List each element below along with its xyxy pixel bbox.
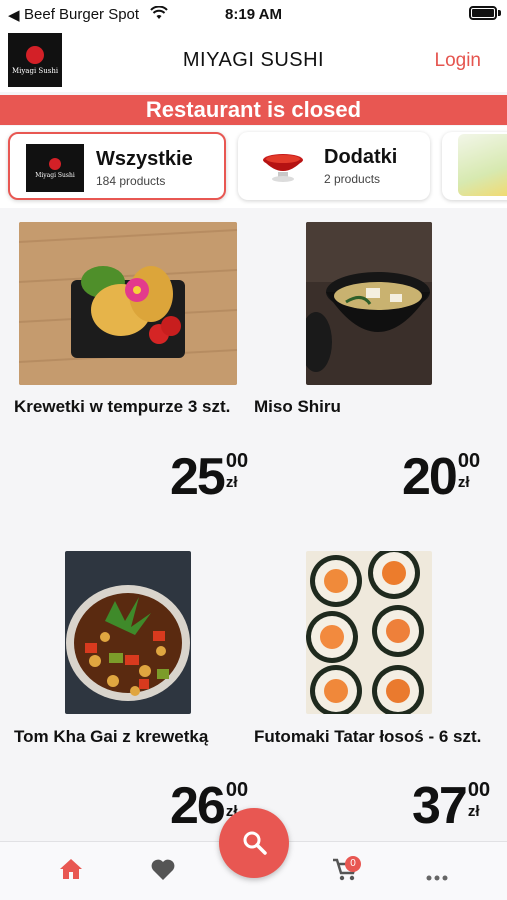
price-side: 00 zł xyxy=(468,780,490,820)
battery-tip xyxy=(498,10,501,16)
search-icon xyxy=(242,830,268,861)
category-strip[interactable]: Miyagi Sushi Wszystkie 184 products Doda… xyxy=(0,126,507,208)
status-bar: ◀ Beef Burger Spot 8:19 AM xyxy=(0,0,507,28)
heart-icon[interactable] xyxy=(150,859,176,886)
cart-badge: 0 xyxy=(345,856,361,872)
price-cents: 00 xyxy=(225,779,249,801)
more-icon[interactable] xyxy=(426,868,448,886)
drink-image xyxy=(458,134,507,196)
product-image-curry[interactable] xyxy=(65,551,191,714)
app-header: Miyagi Sushi MIYAGI SUSHI Login xyxy=(0,28,507,92)
price-main: 37 xyxy=(412,777,468,835)
category-count: 2 products xyxy=(324,172,381,186)
login-button[interactable]: Login xyxy=(435,50,482,72)
category-card-drinks[interactable] xyxy=(442,132,507,200)
price-side: 00 zł xyxy=(458,451,480,491)
price-currency: zł xyxy=(457,474,470,491)
product-price: 37 00 zł xyxy=(412,780,490,832)
logo-text: Miyagi Sushi xyxy=(35,171,75,179)
closed-banner: Restaurant is closed xyxy=(0,95,507,125)
search-button[interactable] xyxy=(219,808,289,878)
home-icon[interactable] xyxy=(59,858,83,885)
product-price: 25 00 zł xyxy=(170,451,248,503)
category-card-wszystkie[interactable]: Miyagi Sushi Wszystkie 184 products xyxy=(8,132,226,200)
price-currency: zł xyxy=(225,474,238,491)
price-cents: 00 xyxy=(457,450,481,472)
logo-mark-icon xyxy=(49,157,61,170)
category-card-dodatki[interactable]: Dodatki 2 products xyxy=(238,132,430,200)
product-name[interactable]: Miso Shiru xyxy=(254,396,492,418)
page-title: MIYAGI SUSHI xyxy=(182,49,325,71)
price-side: 00 zł xyxy=(226,451,248,491)
price-currency: zł xyxy=(467,803,480,820)
price-main: 26 xyxy=(170,777,226,835)
price-main: 25 xyxy=(170,448,226,506)
category-name: Wszystkie xyxy=(96,148,193,170)
product-name[interactable]: Krewetki w tempurze 3 szt. xyxy=(14,396,252,418)
price-main: 20 xyxy=(402,448,458,506)
product-image-futomaki[interactable] xyxy=(306,551,432,714)
category-name: Dodatki xyxy=(324,146,398,168)
price-cents: 00 xyxy=(225,450,249,472)
product-name[interactable]: Futomaki Tatar łosoś - 6 szt. xyxy=(254,726,492,748)
category-count: 184 products xyxy=(96,174,166,188)
battery-icon xyxy=(469,6,497,20)
price-cents: 00 xyxy=(467,779,491,801)
product-price: 20 00 zł xyxy=(402,451,480,503)
product-image-miso[interactable] xyxy=(306,222,432,385)
category-logo-image: Miyagi Sushi xyxy=(26,144,84,192)
product-image-tempura[interactable] xyxy=(19,222,237,385)
product-name[interactable]: Tom Kha Gai z krewetką xyxy=(14,726,252,748)
clock-time: 8:19 AM xyxy=(225,6,282,23)
sauce-bowl-image xyxy=(254,142,312,190)
